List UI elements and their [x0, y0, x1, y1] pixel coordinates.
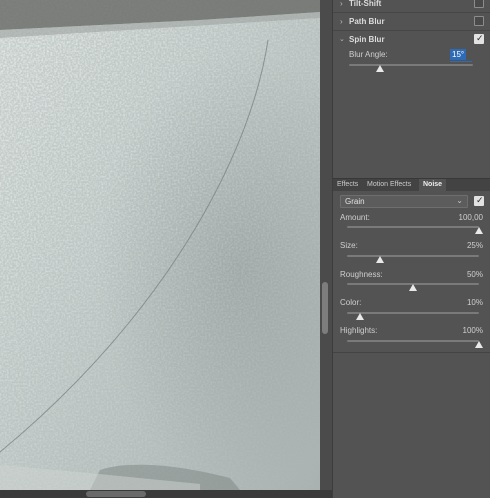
highlights-label: Highlights:	[340, 326, 378, 335]
divider	[333, 352, 490, 353]
chevron-right-icon[interactable]: ›	[340, 0, 343, 8]
blur-item-label: Spin Blur	[349, 35, 385, 44]
color-value[interactable]: 10%	[467, 298, 483, 307]
color-label: Color:	[340, 298, 362, 307]
blur-item-spin-blur[interactable]: ⌄ Spin Blur	[333, 31, 490, 49]
roughness-label: Roughness:	[340, 270, 383, 279]
path-blur-checkbox[interactable]	[474, 16, 484, 26]
blur-item-label: Path Blur	[349, 17, 385, 26]
amount-label: Amount:	[340, 213, 370, 222]
highlights-slider-thumb[interactable]	[475, 341, 483, 348]
blur-angle-label: Blur Angle:	[349, 50, 388, 59]
noise-enabled-checkbox[interactable]	[474, 195, 484, 206]
blur-item-tilt-shift[interactable]: › Tilt-Shift	[333, 0, 490, 13]
blur-item-path-blur[interactable]: › Path Blur	[333, 13, 490, 31]
blur-angle-track[interactable]	[349, 64, 473, 72]
size-slider-thumb[interactable]	[376, 256, 384, 263]
amount-value[interactable]: 100,00	[459, 213, 483, 222]
blur-tools-panel: › Tilt-Shift › Path Blur ⌄ Spin Blur Blu…	[332, 0, 490, 498]
color-track[interactable]	[347, 312, 479, 320]
size-value[interactable]: 25%	[467, 241, 483, 250]
color-slider-thumb[interactable]	[356, 313, 365, 320]
vertical-scroll-thumb[interactable]	[322, 282, 328, 334]
chevron-down-icon: ⌄	[456, 196, 463, 205]
size-label: Size:	[340, 241, 358, 250]
canvas-image	[0, 0, 320, 490]
horizontal-scrollbar[interactable]	[0, 490, 332, 498]
horizontal-scroll-thumb[interactable]	[86, 491, 146, 497]
noise-type-value: Grain	[345, 197, 365, 206]
tab-motion-effects[interactable]: Motion Effects	[363, 179, 415, 192]
noise-type-dropdown[interactable]: Grain ⌄	[340, 195, 468, 208]
spin-blur-checkbox[interactable]	[474, 33, 484, 44]
blur-angle-value[interactable]: 15°	[450, 49, 467, 60]
blur-angle-field-underline	[450, 61, 472, 62]
tilt-shift-checkbox[interactable]	[474, 0, 484, 8]
roughness-track[interactable]	[347, 283, 479, 291]
image-canvas[interactable]	[0, 0, 320, 490]
tab-effects[interactable]: Effects	[333, 179, 362, 192]
roughness-value[interactable]: 50%	[467, 270, 483, 279]
blur-item-label: Tilt-Shift	[349, 0, 382, 8]
effects-tab-bar: Effects Motion Effects Noise	[333, 178, 490, 192]
amount-track[interactable]	[347, 226, 483, 234]
size-track[interactable]	[347, 255, 479, 263]
amount-slider-thumb[interactable]	[475, 227, 483, 234]
blur-angle-slider-thumb[interactable]	[376, 65, 384, 72]
roughness-slider-thumb[interactable]	[409, 284, 417, 291]
vertical-scrollbar[interactable]	[320, 0, 332, 490]
highlights-track[interactable]	[347, 340, 483, 348]
tab-noise[interactable]: Noise	[419, 179, 447, 192]
chevron-right-icon[interactable]: ›	[340, 17, 343, 26]
highlights-value[interactable]: 100%	[463, 326, 483, 335]
chevron-down-icon[interactable]: ⌄	[339, 35, 345, 43]
